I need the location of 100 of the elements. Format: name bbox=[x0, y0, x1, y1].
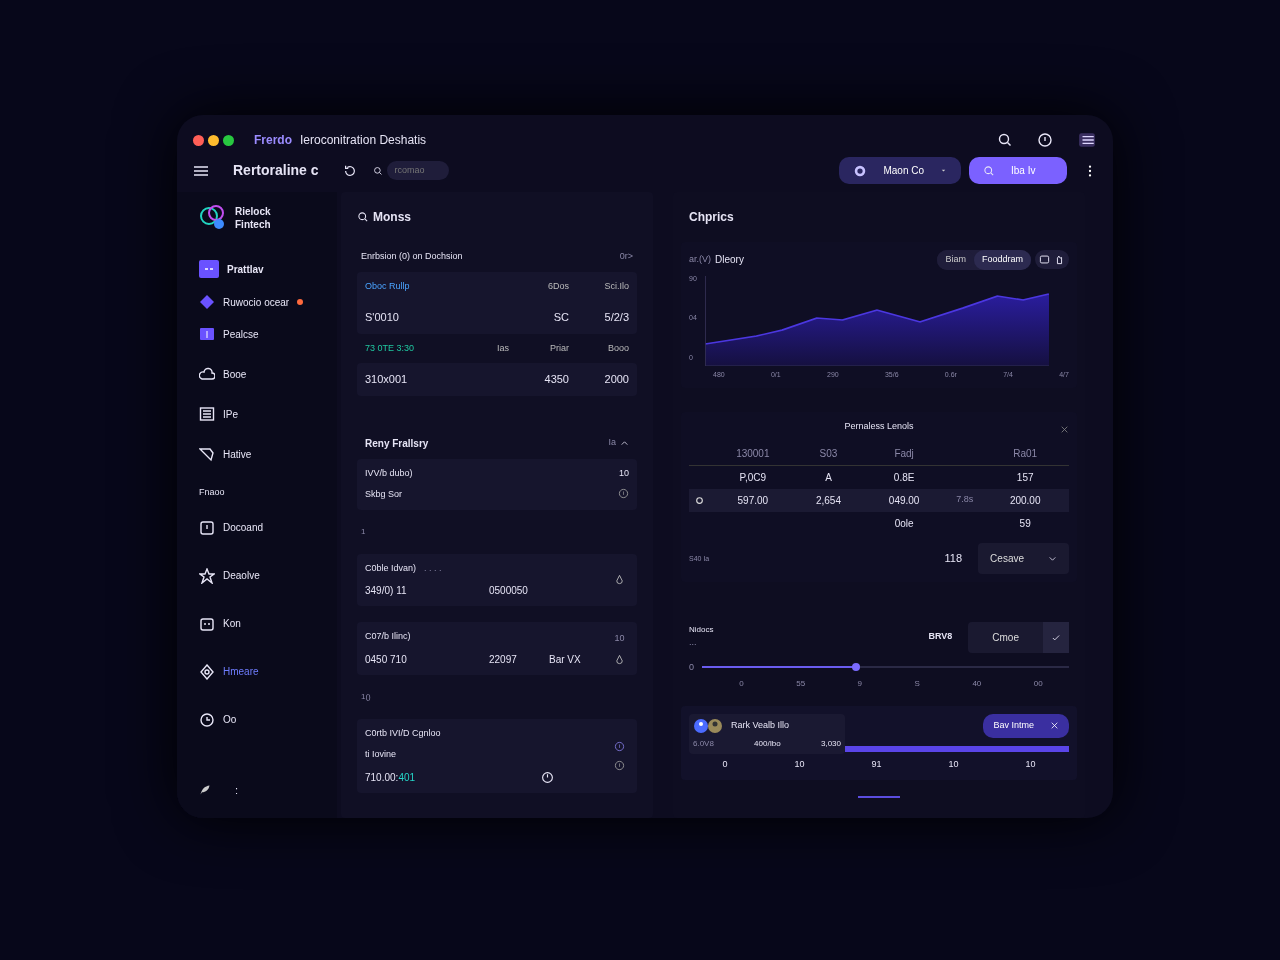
chevron-up-icon[interactable] bbox=[620, 438, 629, 448]
info-icon bbox=[614, 740, 625, 752]
invite-button[interactable]: Bav Intme bbox=[983, 714, 1069, 738]
select-field[interactable]: Cesave bbox=[978, 542, 1069, 574]
amount-text: 349/0) 11 bbox=[365, 584, 408, 598]
value-text: BRV8 bbox=[928, 630, 953, 644]
toggle-option[interactable]: Fooddram bbox=[973, 250, 1031, 270]
sidebar-item[interactable]: Prattlav bbox=[191, 256, 323, 282]
window-title: Ieroconitration Deshatis bbox=[300, 132, 427, 149]
scale-label: 10 bbox=[948, 758, 959, 771]
column-label: Sci.Ilo bbox=[603, 279, 629, 293]
dropdown-button[interactable]: Maon Co bbox=[839, 157, 961, 184]
sidebar-item[interactable]: IPe bbox=[191, 402, 323, 426]
amount-text: SC bbox=[552, 310, 569, 325]
scale-label: 91 bbox=[871, 758, 882, 771]
close-icon bbox=[1050, 721, 1059, 731]
slider-track[interactable] bbox=[702, 666, 1069, 669]
menu-icon[interactable] bbox=[1077, 131, 1097, 149]
table-cell-text: A bbox=[824, 470, 833, 485]
meta-text: 6.0V8 bbox=[693, 738, 714, 750]
sidebar-item[interactable]: Docoand bbox=[191, 515, 323, 540]
primary-button[interactable]: Iba Iv bbox=[969, 157, 1067, 184]
hand-icon[interactable] bbox=[1054, 254, 1065, 266]
meta-text: 400/Ibo bbox=[754, 738, 781, 750]
count-text: 10 bbox=[619, 466, 629, 480]
table-cell-text: 049.00 bbox=[887, 493, 921, 508]
table-cell-text: 7.8s bbox=[955, 493, 975, 507]
column-header: Ra01 bbox=[1012, 446, 1039, 461]
caret-icon bbox=[940, 167, 947, 174]
sidebar-item[interactable]: Deaolve bbox=[191, 563, 323, 588]
sidebar-item[interactable]: Pealcse bbox=[191, 322, 323, 346]
folder-icon bbox=[199, 326, 215, 342]
table-row[interactable]: 0ole 59 bbox=[689, 511, 1069, 535]
sidebar-item[interactable]: Kon bbox=[191, 611, 323, 636]
document-icon bbox=[199, 519, 215, 536]
info-icon bbox=[618, 488, 629, 499]
tick-label: 40 bbox=[972, 678, 982, 690]
item-label: C0rtb IVI/D Cgnloo bbox=[365, 726, 441, 740]
image-icon[interactable] bbox=[1039, 254, 1050, 266]
window-control[interactable] bbox=[223, 134, 234, 146]
search-icon bbox=[357, 211, 369, 223]
slider-title: Nidocs bbox=[689, 624, 715, 637]
list-icon bbox=[199, 406, 215, 422]
brand-name: Rielock Fintech bbox=[235, 205, 272, 231]
more-text: : bbox=[235, 782, 239, 798]
search-icon bbox=[983, 164, 995, 177]
section-title: Enrbsion (0) on Dochsion bbox=[361, 250, 463, 263]
drop-icon bbox=[614, 574, 625, 586]
check-icon bbox=[1051, 632, 1061, 643]
amount-text: S'0010 bbox=[365, 310, 400, 325]
search-field[interactable]: rcomao bbox=[386, 160, 449, 181]
drop-icon bbox=[614, 653, 625, 665]
amount-text: Bar VX bbox=[549, 652, 582, 667]
chart-title: Dleory bbox=[715, 253, 745, 268]
column-label: Priar bbox=[549, 341, 569, 355]
amount-text: 710.00:401 bbox=[365, 770, 416, 785]
item-label: Skbg Sor bbox=[365, 488, 403, 501]
meta-text: 3,030 bbox=[820, 738, 841, 750]
tick-label: 9 bbox=[857, 678, 863, 690]
section-heading: Fnaoo bbox=[198, 486, 226, 499]
ellipsis-text: . . . . bbox=[424, 561, 442, 575]
panel-title: Monss bbox=[373, 209, 411, 226]
table-row[interactable]: 597.00 2,654 049.00 7.8s 200.00 bbox=[689, 488, 1069, 512]
section-title: Reny Frallsry bbox=[365, 436, 430, 451]
tick-label: 0 bbox=[739, 678, 744, 690]
window-control[interactable] bbox=[193, 134, 204, 146]
search-icon bbox=[372, 165, 383, 176]
sidebar-item[interactable]: Hmeare bbox=[191, 659, 323, 684]
sidebar-item[interactable]: Ruwocio ocear bbox=[191, 290, 323, 314]
column-header: 130001 bbox=[735, 446, 771, 461]
close-icon bbox=[1060, 424, 1069, 434]
refresh-icon[interactable] bbox=[342, 163, 357, 178]
slider-thumb[interactable] bbox=[852, 663, 861, 672]
item-label: ti Iovine bbox=[365, 748, 398, 761]
select-field[interactable]: Cmoe bbox=[968, 621, 1069, 653]
sidebar-item[interactable]: Booe bbox=[191, 362, 323, 386]
table-cell-text: 200.00 bbox=[1008, 493, 1042, 508]
table-cell-text: 0ole bbox=[893, 516, 915, 531]
table-cell-text: 2,654 bbox=[814, 493, 842, 508]
power-icon[interactable] bbox=[1037, 132, 1053, 148]
search-icon[interactable] bbox=[997, 132, 1013, 148]
sidebar-item[interactable]: Hative bbox=[191, 442, 323, 466]
table-cell-text: 59 bbox=[1018, 516, 1032, 531]
section-meta: Ia bbox=[608, 436, 616, 450]
table-cell-text: P,0C9 bbox=[738, 470, 768, 485]
sidebar-item[interactable]: Oo bbox=[191, 707, 323, 732]
amount-text: 22097 bbox=[489, 652, 518, 667]
amount-text: 0500050 bbox=[489, 584, 529, 598]
table-cell-text: 157 bbox=[1015, 470, 1035, 485]
feather-icon[interactable] bbox=[199, 783, 211, 796]
star-icon bbox=[199, 567, 215, 584]
cloud-icon bbox=[199, 366, 215, 382]
tick-label: 00 bbox=[1033, 678, 1043, 690]
table-cell-text: 597.00 bbox=[736, 493, 770, 508]
window-control[interactable] bbox=[208, 134, 219, 146]
table-row[interactable]: P,0C9 A 0.8E 157 bbox=[689, 465, 1069, 489]
group-label: 1() bbox=[360, 690, 372, 703]
app-name: Rertoraline c bbox=[233, 161, 319, 180]
column-header: S03 bbox=[818, 446, 839, 461]
panel-title: Chprics bbox=[688, 209, 735, 226]
